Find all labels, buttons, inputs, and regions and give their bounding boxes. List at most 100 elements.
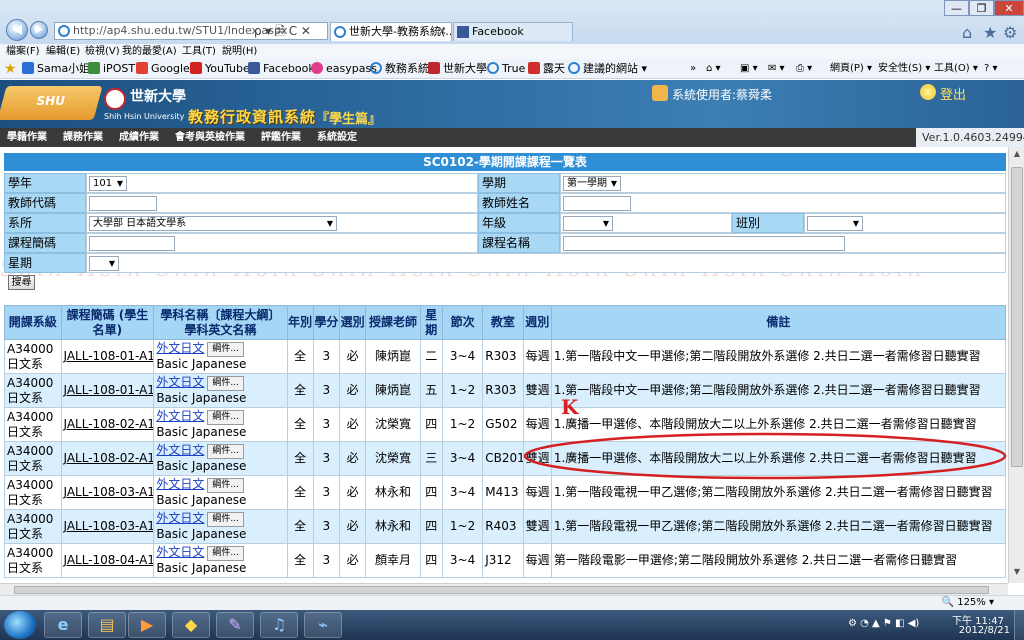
term-select[interactable]: 第一學期 ▼ (563, 176, 621, 191)
grade-select[interactable]: ▼ (563, 216, 613, 231)
vertical-scrollbar[interactable]: ▲ ▼ (1008, 147, 1024, 583)
course-name-link[interactable]: 外文日文 (156, 511, 204, 525)
fav-sama[interactable]: Sama小姐 (22, 59, 90, 79)
chevron-down-icon: ▼ (610, 179, 617, 188)
teacher-name-input[interactable] (563, 196, 631, 211)
search-button[interactable]: 搜尋 (8, 275, 35, 290)
home-command-icon[interactable]: ⌂ ▾ (706, 59, 721, 79)
tools-menu[interactable]: 工具(O) ▾ (934, 59, 978, 79)
course-code-link[interactable]: JALL-108-01-A1 (64, 383, 153, 397)
horizontal-scrollbar[interactable] (0, 583, 1008, 595)
address-controls-icons[interactable]: ρ ▾ 🗎 C ✕ (254, 22, 311, 43)
dept-select[interactable]: 大學部 日本語文學系 ▼ (89, 216, 337, 231)
mail-icon[interactable]: ✉ ▾ (768, 59, 785, 79)
menu-edit[interactable]: 編輯(E) (46, 44, 80, 59)
cell-name: 外文日文 綱件... Basic Japanese (153, 373, 288, 408)
course-name-link[interactable]: 外文日文 (156, 545, 204, 559)
show-desktop-button[interactable] (1014, 610, 1024, 640)
scroll-thumb[interactable] (14, 586, 989, 594)
back-button[interactable]: ◀ (6, 19, 28, 41)
scroll-up-icon[interactable]: ▲ (1011, 149, 1023, 161)
menu-tools[interactable]: 工具(T) (182, 44, 216, 59)
home-icon[interactable]: ⌂ (962, 23, 972, 42)
course-name-link[interactable]: 外文日文 (156, 341, 204, 355)
teacher-code-input[interactable] (89, 196, 157, 211)
course-name-link[interactable]: 外文日文 (156, 375, 204, 389)
page-menu[interactable]: 網頁(P) ▾ (830, 59, 872, 79)
settings-gear-icon[interactable]: ⚙ (1003, 23, 1017, 42)
course-code-input[interactable] (89, 236, 175, 251)
tray-icons[interactable]: ⚙ ◔ ▲ ⚑ ◧ ◀) (848, 618, 919, 629)
course-name-input[interactable] (563, 236, 845, 251)
taskbar-itunes-icon[interactable]: ♫ (260, 612, 298, 638)
logout-link[interactable]: 登出 (940, 84, 966, 103)
tab-facebook[interactable]: Facebook (453, 22, 573, 41)
course-code-link[interactable]: JALL-108-04-A1 (64, 553, 153, 567)
close-window-button[interactable]: ✕ (994, 0, 1024, 16)
taskbar-media-player-icon[interactable]: ▶ (128, 612, 166, 638)
minimize-button[interactable]: — (944, 0, 969, 16)
syllabus-button[interactable]: 綱件... (207, 342, 244, 357)
course-code-link[interactable]: JALL-108-03-A1 (64, 519, 153, 533)
university-english-name: Shih Hsin University (104, 112, 185, 121)
start-button[interactable] (4, 611, 36, 639)
taskbar-paint-icon[interactable]: ✎ (216, 612, 254, 638)
nav-system-settings[interactable]: 系統設定 (312, 128, 362, 147)
print-icon[interactable]: ⎙ ▾ (796, 59, 812, 79)
zoom-control[interactable]: 🔍 125% ▾ (942, 596, 994, 610)
course-name-link[interactable]: 外文日文 (156, 477, 204, 491)
rss-feed-icon[interactable]: ▣ ▾ (740, 59, 758, 79)
fav-google[interactable]: Google (136, 59, 190, 79)
nav-student-records[interactable]: 學籍作業 (2, 128, 52, 147)
fav-academic-system[interactable]: 教務系統 (370, 59, 429, 79)
syllabus-button[interactable]: 綱件... (207, 512, 244, 527)
class-select[interactable]: ▼ (807, 216, 863, 231)
fav-suggested-sites[interactable]: 建議的網站 ▾ (568, 59, 647, 79)
fav-facebook[interactable]: Facebook (248, 59, 315, 79)
taskbar-ie-icon[interactable]: e (44, 612, 82, 638)
taskbar-app-icon[interactable]: ◆ (172, 612, 210, 638)
year-select[interactable]: 101 ▼ (89, 176, 127, 191)
forward-button[interactable]: ▶ (30, 21, 48, 39)
help-icon[interactable]: ? ▾ (984, 59, 998, 79)
menu-help[interactable]: 說明(H) (222, 44, 257, 59)
course-code-link[interactable]: JALL-108-01-A1 (64, 349, 153, 363)
fav-easypass[interactable]: easypass (311, 59, 377, 79)
scroll-down-icon[interactable]: ▼ (1011, 567, 1023, 579)
tab-close-icon[interactable]: ✕ (438, 23, 447, 40)
favorites-star-icon[interactable]: ★ (983, 23, 997, 42)
syllabus-button[interactable]: 綱件... (207, 478, 244, 493)
menu-favorites[interactable]: 我的最愛(A) (122, 44, 177, 59)
weekday-select[interactable]: ▼ (89, 256, 119, 271)
favorites-star-icon[interactable]: ★ (4, 59, 17, 79)
course-code-link[interactable]: JALL-108-03-A1 (64, 485, 153, 499)
menu-view[interactable]: 檢視(V) (85, 44, 120, 59)
fav-true[interactable]: True (487, 59, 525, 79)
course-name-link[interactable]: 外文日文 (156, 409, 204, 423)
syllabus-button[interactable]: 綱件... (207, 444, 244, 459)
fav-youtube[interactable]: YouTube (190, 59, 250, 79)
syllabus-button[interactable]: 綱件... (207, 546, 244, 561)
course-name-link[interactable]: 外文日文 (156, 443, 204, 457)
taskbar-explorer-icon[interactable]: ▤ (88, 612, 126, 638)
cell-dept: A34000 日文系 (4, 373, 62, 408)
tab-academic-system[interactable]: 世新大學-教務系統(... ✕ (330, 22, 452, 41)
maximize-button[interactable]: ❐ (969, 0, 994, 16)
fav-ipost[interactable]: iPOST (88, 59, 135, 79)
fav-ruten[interactable]: 露天 (528, 59, 565, 79)
syllabus-button[interactable]: 綱件... (207, 410, 244, 425)
nav-exams-english[interactable]: 會考與英檢作業 (170, 128, 250, 147)
nav-evaluation[interactable]: 評鑑作業 (256, 128, 306, 147)
course-code-link[interactable]: JALL-108-02-A1 (64, 451, 153, 465)
fav-shu[interactable]: 世新大學 (428, 59, 487, 79)
scroll-thumb[interactable] (1011, 167, 1023, 467)
syllabus-button[interactable]: 綱件... (207, 376, 244, 391)
clock-date[interactable]: 2012/8/21 (959, 625, 1010, 636)
more-commands-icon[interactable]: » (690, 59, 696, 79)
course-code-link[interactable]: JALL-108-02-A1 (64, 417, 153, 431)
menu-file[interactable]: 檔案(F) (6, 44, 40, 59)
nav-grades[interactable]: 成績作業 (114, 128, 164, 147)
taskbar-app2-icon[interactable]: ⌁ (304, 612, 342, 638)
nav-course-affairs[interactable]: 課務作業 (58, 128, 108, 147)
safety-menu[interactable]: 安全性(S) ▾ (878, 59, 930, 79)
